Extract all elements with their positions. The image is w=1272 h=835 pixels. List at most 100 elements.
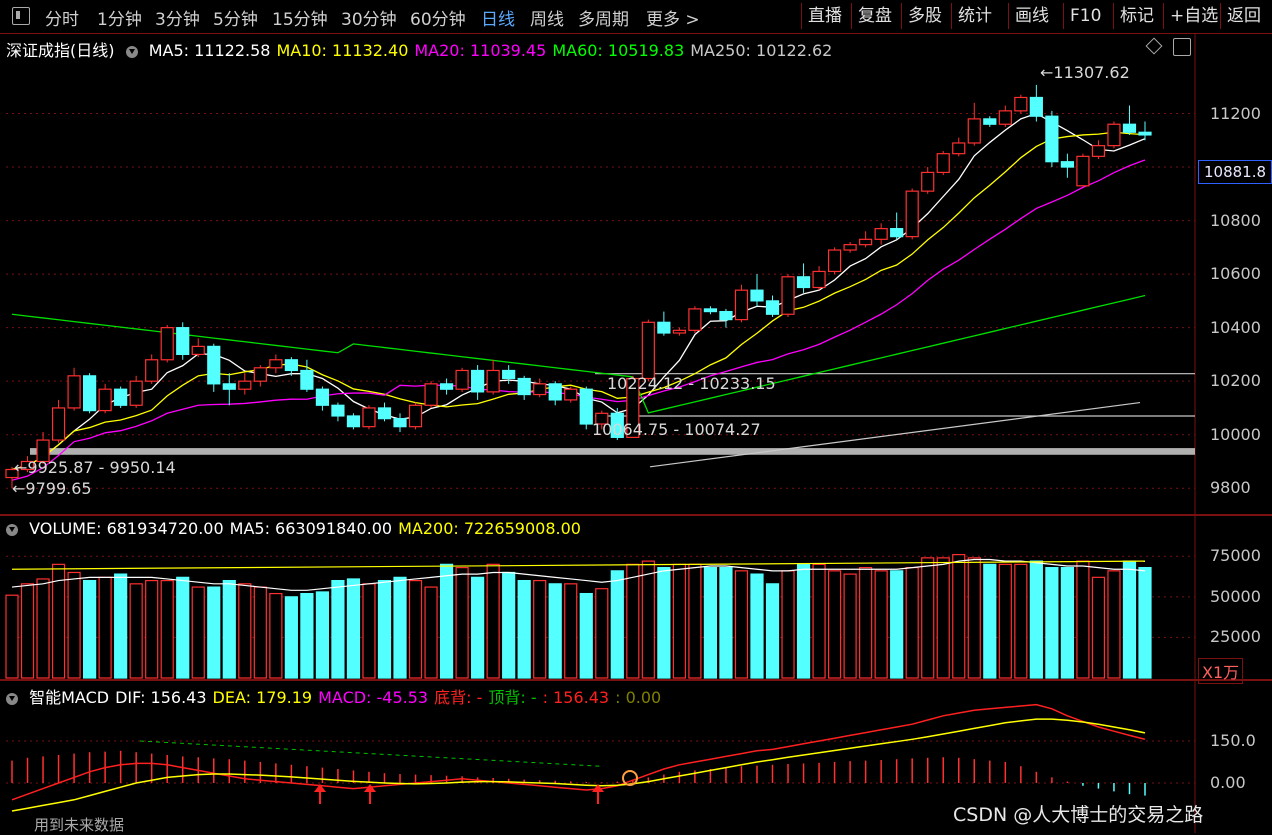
dropdown-icon[interactable] [125,45,138,58]
price-tick: 10800 [1210,210,1261,230]
macd-tick: 150.0 [1210,731,1256,750]
toolbar-button-2[interactable]: 多股 [901,3,948,29]
candle [1014,96,1028,112]
period-tab-3[interactable]: 5分钟 [213,5,258,30]
volume-bar [5,594,19,679]
gap-annotation-1: ←9925.87 - 9950.14 [14,458,176,477]
volume-bar [859,566,873,679]
period-tab-2[interactable]: 3分钟 [155,5,200,30]
menu-icon[interactable] [12,7,30,25]
volume-bar [626,563,640,679]
volume-bar [408,579,423,679]
volume-bar [672,563,686,679]
candle [408,404,423,428]
period-tab-6[interactable]: 60分钟 [410,5,466,30]
period-tab-7[interactable]: 日线 [481,5,515,30]
volume-ma5-line [11,558,1146,591]
macd-label-3: MACD: -45.53 [318,688,429,707]
volume-bar [471,576,485,679]
toolbar-button-6[interactable]: 标记 [1113,3,1160,29]
panel-toggle-icon[interactable] [1173,38,1191,56]
candle [641,321,655,380]
toolbar-button-5[interactable]: F10 [1063,3,1107,29]
volume-bar [160,579,174,679]
candle [796,276,811,289]
kline-chart[interactable]: ←11307.62 ←9799.65 ←9925.87 - 9950.14 10064… [0,0,1272,833]
toolbar-button-8[interactable]: 返回 [1220,3,1267,29]
main-chart-header: 深证成指(日线) MA5: 11122.58 MA10: 11132.40 MA20… [6,37,844,61]
ma10-line [11,131,1146,471]
candle [377,407,392,420]
period-tab-5[interactable]: 30分钟 [341,5,397,30]
candle [719,310,733,321]
price-tick: 10400 [1210,317,1261,337]
period-tab-8[interactable]: 周线 [530,5,564,30]
volume-bar [827,570,842,679]
volume-bar [424,586,438,679]
candle [1029,96,1043,117]
macd-dropdown-icon[interactable] [6,692,18,705]
period-tab-10[interactable]: 更多 > [646,5,700,30]
candle [672,329,686,334]
dif-line [11,703,1146,801]
candle [750,289,764,302]
period-tab-4[interactable]: 15分钟 [272,5,328,30]
volume-bar [51,563,66,679]
candle [859,238,873,246]
toolbar-button-3[interactable]: 统计 [951,3,998,29]
volume-bar [1076,560,1090,679]
volume-bar [486,563,500,679]
candle [502,369,516,380]
candle [176,327,190,356]
future-data-note: 用到未来数据 [34,816,125,834]
volume-bar [688,563,702,679]
divergence-line [139,740,601,767]
diamond-icon[interactable] [1145,37,1163,55]
volume-bar [1060,566,1074,679]
volume-bar [983,563,997,679]
candle [20,460,35,471]
candle [579,388,593,425]
volume-dropdown-icon[interactable] [6,523,18,536]
period-tab-0[interactable]: 分时 [45,5,79,30]
candle [253,367,267,382]
toolbar-button-7[interactable]: +自选 [1163,3,1224,29]
volume-label-1: MA5: 663091840.00 [229,519,393,538]
volume-bar [750,573,764,679]
volume-bar [1122,560,1137,679]
volume-bar [1029,560,1043,679]
candle [533,383,547,396]
candle [315,388,330,406]
period-tab-1[interactable]: 1分钟 [97,5,142,30]
candle [393,418,407,428]
candle [51,407,66,441]
volume-bar [641,560,655,679]
candle [207,345,221,385]
toolbar-button-4[interactable]: 画线 [1008,3,1055,29]
volume-bar [114,573,128,679]
candle [812,270,826,289]
candle [703,308,718,313]
buy-signal-arrow-head [592,784,604,792]
candle [362,407,376,428]
toolbar-button-0[interactable]: 直播 [801,3,848,29]
volume-bar [1045,566,1059,679]
volume-bar [191,586,205,679]
price-tick: 9800 [1210,478,1251,498]
current-price-tag: 10881.8 [1198,160,1272,184]
candle [983,118,997,125]
period-tab-9[interactable]: 多周期 [578,5,629,30]
ma5-line [11,112,1146,471]
candle [1122,123,1137,133]
volume-bar [843,573,857,679]
volume-bar [20,583,35,679]
candle [967,118,981,144]
volume-bar [284,596,298,679]
volume-bar [657,566,671,679]
toolbar-button-1[interactable]: 复盘 [851,3,898,29]
price-tick: 11200 [1210,103,1261,123]
candle [921,171,935,192]
candle [98,388,112,412]
volume-bar [315,591,330,679]
candle [300,369,314,390]
